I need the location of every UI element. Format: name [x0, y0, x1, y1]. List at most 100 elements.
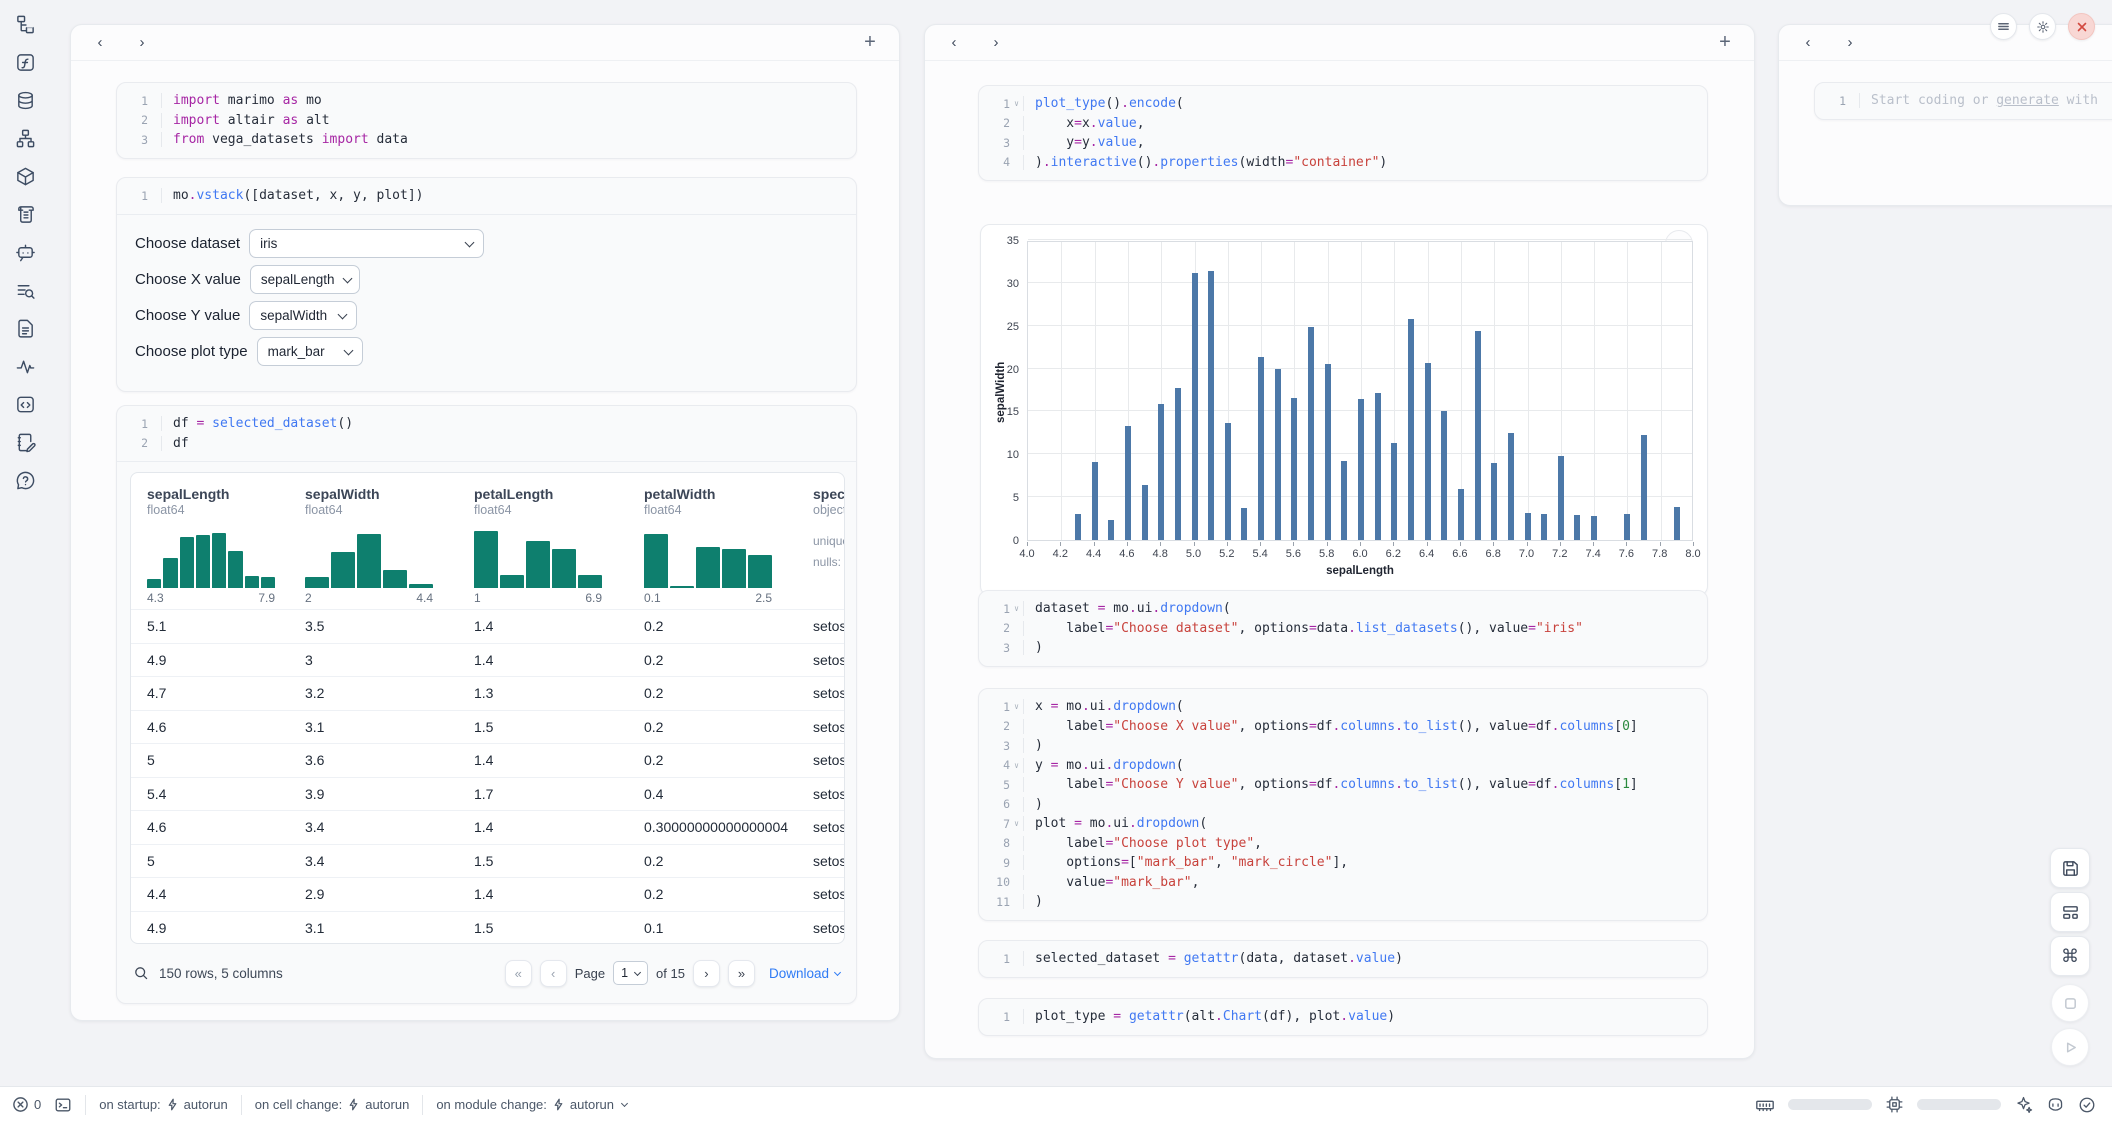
dropdown-choose-x-value[interactable]: sepalLength: [250, 265, 360, 294]
chevron-left-icon[interactable]: ‹: [943, 32, 965, 54]
connection-status-icon[interactable]: [2078, 1096, 2096, 1114]
chart-bar[interactable]: [1325, 364, 1331, 540]
code-cell-dataset-dropdown[interactable]: 1∨dataset = mo.ui.dropdown(2 label="Choo…: [978, 590, 1708, 667]
chat-bot-icon[interactable]: [14, 241, 36, 263]
copilot-icon[interactable]: [2046, 1095, 2065, 1114]
chart-bar[interactable]: [1574, 515, 1580, 540]
chart-bar[interactable]: [1158, 404, 1164, 540]
code-line[interactable]: 4).interactive().properties(width="conta…: [979, 153, 1707, 173]
chart-bar[interactable]: [1541, 514, 1547, 540]
fold-chevron-icon[interactable]: ∨: [1010, 99, 1023, 108]
chart-bar[interactable]: [1225, 423, 1231, 540]
chevron-right-icon[interactable]: ›: [131, 32, 153, 54]
help-icon[interactable]: [14, 469, 36, 491]
chevron-left-icon[interactable]: ‹: [89, 32, 111, 54]
chart-bar[interactable]: [1408, 319, 1414, 540]
table-row[interactable]: 4.42.91.40.2setosa: [131, 877, 844, 911]
page-select[interactable]: 1: [613, 961, 648, 985]
chart-bar[interactable]: [1308, 327, 1314, 540]
ai-sparkles-icon[interactable]: [2014, 1095, 2033, 1114]
chart-bar[interactable]: [1358, 399, 1364, 540]
code-line[interactable]: 3): [979, 736, 1707, 756]
script-scroll-icon[interactable]: [14, 203, 36, 225]
chart-bar[interactable]: [1591, 516, 1597, 540]
fold-chevron-icon[interactable]: ∨: [1010, 761, 1023, 770]
chart-bar[interactable]: [1391, 443, 1397, 540]
package-icon[interactable]: [14, 165, 36, 187]
chart-bar[interactable]: [1258, 357, 1264, 540]
chart-bar[interactable]: [1475, 331, 1481, 540]
on-startup-setting[interactable]: on startup:autorun: [99, 1097, 228, 1112]
code-line[interactable]: 2 label="Choose X value", options=df.col…: [979, 717, 1707, 737]
table-row[interactable]: 5.13.51.40.2setosa: [131, 609, 844, 643]
dropdown-choose-dataset[interactable]: iris: [249, 229, 484, 258]
fold-chevron-icon[interactable]: ∨: [1010, 702, 1023, 711]
code-snippet-icon[interactable]: [14, 393, 36, 415]
code-line[interactable]: 3from vega_datasets import data: [117, 130, 856, 150]
table-column-header[interactable]: sepalWidthfloat6424.4: [305, 473, 463, 605]
code-cell-empty-scratch[interactable]: 1 Start coding or generate with: [1814, 82, 2112, 120]
code-line[interactable]: 2df: [117, 434, 856, 454]
list-search-icon[interactable]: [14, 279, 36, 301]
download-button[interactable]: Download: [769, 966, 840, 981]
add-cell-icon[interactable]: +: [1714, 32, 1736, 54]
chart-bar[interactable]: [1108, 520, 1114, 540]
table-column-header[interactable]: petalWidthfloat640.12.5: [644, 473, 802, 605]
code-line[interactable]: 2 label="Choose dataset", options=data.l…: [979, 619, 1707, 639]
table-row[interactable]: 4.931.40.2setosa: [131, 643, 844, 677]
table-row[interactable]: 53.41.50.2setosa: [131, 844, 844, 878]
table-column-header[interactable]: petalLengthfloat6416.9: [474, 473, 632, 605]
code-placeholder[interactable]: Start coding or generate with: [1859, 93, 2106, 108]
code-line[interactable]: 3): [979, 638, 1707, 658]
table-row[interactable]: 4.73.21.30.2setosa: [131, 676, 844, 710]
scratchpad-icon[interactable]: [14, 431, 36, 453]
file-tree-icon[interactable]: [14, 13, 36, 35]
chart-bar[interactable]: [1291, 398, 1297, 540]
database-icon[interactable]: [14, 89, 36, 111]
code-line[interactable]: 1∨dataset = mo.ui.dropdown(: [979, 599, 1707, 619]
dependency-graph-icon[interactable]: [14, 127, 36, 149]
chevron-left-icon[interactable]: ‹: [1797, 32, 1819, 54]
code-cell-plot-type[interactable]: 1plot_type = getattr(alt.Chart(df), plot…: [978, 998, 1708, 1036]
chart-bar[interactable]: [1142, 485, 1148, 540]
fold-chevron-icon[interactable]: ∨: [1010, 819, 1023, 828]
chart-bar[interactable]: [1491, 463, 1497, 540]
code-line[interactable]: 1plot_type = getattr(alt.Chart(df), plot…: [979, 1007, 1707, 1027]
code-line[interactable]: 8 label="Choose plot type",: [979, 834, 1707, 854]
code-cell-imports[interactable]: 1import marimo as mo2import altair as al…: [116, 82, 857, 159]
dropdown-choose-plot-type[interactable]: mark_bar: [257, 337, 363, 366]
generate-link[interactable]: generate: [1996, 93, 2059, 108]
code-cell-dataframe[interactable]: 1df = selected_dataset()2df sepalLengthf…: [116, 405, 857, 1004]
code-line[interactable]: 11): [979, 892, 1707, 912]
code-line[interactable]: 5 label="Choose Y value", options=df.col…: [979, 775, 1707, 795]
code-cell-selected-dataset[interactable]: 1selected_dataset = getattr(data, datase…: [978, 940, 1708, 978]
table-row[interactable]: 4.63.11.50.2setosa: [131, 710, 844, 744]
code-cell-plot-encode[interactable]: 1∨plot_type().encode(2 x=x.value,3 y=y.v…: [978, 85, 1708, 181]
chart-bar[interactable]: [1425, 363, 1431, 540]
code-line[interactable]: 1∨x = mo.ui.dropdown(: [979, 697, 1707, 717]
chart-bar[interactable]: [1208, 271, 1214, 540]
code-line[interactable]: 9 options=["mark_bar", "mark_circle"],: [979, 853, 1707, 873]
prev-page-button[interactable]: ‹: [540, 960, 567, 987]
last-page-button[interactable]: »: [728, 960, 755, 987]
error-count-badge[interactable]: 0: [12, 1096, 41, 1113]
document-icon[interactable]: [14, 317, 36, 339]
code-cell-vstack[interactable]: 1mo.vstack([dataset, x, y, plot]) Choose…: [116, 177, 857, 392]
function-square-icon[interactable]: [14, 51, 36, 73]
table-column-header[interactable]: sepalLengthfloat644.37.9: [147, 473, 305, 605]
chevron-right-icon[interactable]: ›: [1839, 32, 1861, 54]
chart-bar[interactable]: [1092, 462, 1098, 540]
keyboard-shortcuts-button[interactable]: ⌘: [2050, 936, 2090, 976]
stop-kernel-button[interactable]: [2051, 984, 2089, 1022]
chart-bar[interactable]: [1674, 507, 1680, 540]
activity-icon[interactable]: [14, 355, 36, 377]
chart-bar[interactable]: [1075, 514, 1081, 540]
terminal-button[interactable]: [54, 1096, 72, 1114]
menu-button[interactable]: [1990, 13, 2017, 40]
chart-bar[interactable]: [1341, 461, 1347, 540]
code-line[interactable]: 4∨y = mo.ui.dropdown(: [979, 756, 1707, 776]
code-line[interactable]: 1selected_dataset = getattr(data, datase…: [979, 949, 1707, 969]
layout-button[interactable]: [2050, 892, 2090, 932]
save-notebook-button[interactable]: [2050, 848, 2090, 888]
code-line[interactable]: 1mo.vstack([dataset, x, y, plot]): [117, 186, 856, 206]
